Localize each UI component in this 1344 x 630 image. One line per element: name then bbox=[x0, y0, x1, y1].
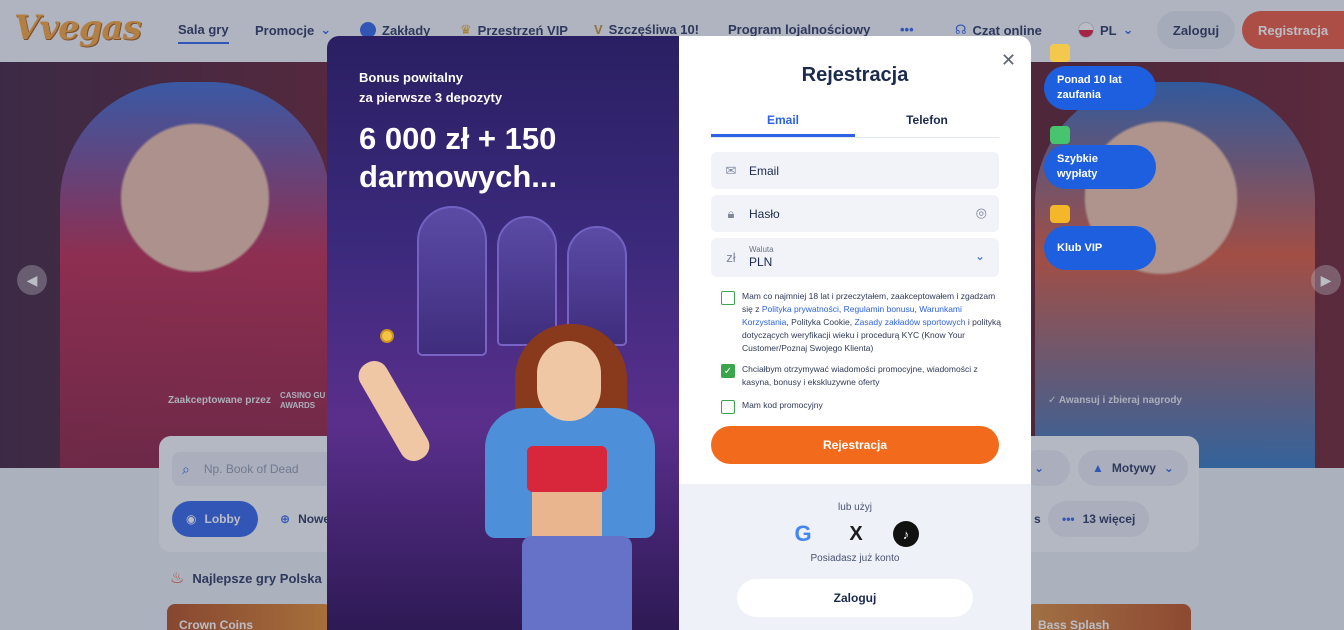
bonus-headline: 6 000 zł + 150 darmowych... bbox=[359, 121, 558, 194]
bonus-promo-panel: Bonus powitalny za pierwsze 3 depozyty 6… bbox=[327, 36, 679, 630]
tiktok-icon[interactable]: ♪ bbox=[893, 521, 919, 547]
have-account-label: Posiadasz już konto bbox=[810, 553, 900, 564]
x-twitter-icon[interactable]: X bbox=[843, 521, 869, 547]
lock-icon: 🔒︎ bbox=[727, 205, 735, 221]
payout-badge: Szybkie wypłaty bbox=[1044, 145, 1156, 189]
age-consent-checkbox[interactable] bbox=[721, 291, 735, 305]
sports-betting-rules-link[interactable]: Zasady zakładów sportowych bbox=[854, 317, 965, 327]
character-top bbox=[527, 446, 607, 492]
coins-icon bbox=[1050, 44, 1070, 62]
modal-login-button[interactable]: Zaloguj bbox=[737, 579, 973, 617]
marketing-consent-checkbox[interactable]: ✓ bbox=[721, 364, 735, 378]
email-placeholder: Email bbox=[749, 163, 780, 178]
currency-select[interactable]: zł Waluta PLN ⌄ bbox=[711, 238, 999, 277]
money-icon bbox=[1050, 126, 1070, 144]
currency-label: Waluta bbox=[749, 245, 774, 254]
age-consent-row: Mam co najmniej 18 lat i przeczytałem, z… bbox=[721, 290, 1001, 355]
tab-phone[interactable]: Telefon bbox=[855, 108, 999, 137]
password-placeholder: Hasło bbox=[749, 206, 780, 221]
password-field[interactable]: 🔒︎ Hasło ◎ bbox=[711, 195, 999, 232]
marketing-consent-text: Chciałbym otrzymywać wiadomości promocyj… bbox=[742, 364, 978, 387]
marketing-consent-row: ✓ Chciałbym otrzymywać wiadomości promoc… bbox=[721, 363, 1001, 389]
vip-badge: Klub VIP bbox=[1044, 226, 1156, 270]
character-jeans bbox=[522, 536, 632, 630]
promo-code-checkbox[interactable] bbox=[721, 400, 735, 414]
signup-method-tabs: Email Telefon bbox=[711, 108, 999, 138]
currency-symbol: zł bbox=[726, 250, 736, 265]
coin-icon bbox=[380, 329, 394, 343]
eye-slash-icon[interactable]: ◎ bbox=[976, 205, 987, 221]
character-arm bbox=[353, 355, 435, 467]
email-field[interactable]: ✉ Email bbox=[711, 152, 999, 189]
envelope-icon: ✉ bbox=[725, 162, 737, 178]
form-title: Rejestracja bbox=[801, 64, 909, 86]
crown-icon bbox=[1050, 205, 1070, 223]
age-consent-text: Mam co najmniej 18 lat i przeczytałem, z… bbox=[742, 290, 1001, 355]
tab-email[interactable]: Email bbox=[711, 108, 855, 137]
currency-value: PLN bbox=[749, 255, 773, 269]
character-face bbox=[537, 341, 601, 421]
slot-machine-image bbox=[497, 216, 557, 346]
promo-code-row: Mam kod promocyjny bbox=[721, 399, 1001, 414]
promo-code-text: Mam kod promocyjny bbox=[742, 400, 823, 410]
social-login-section: lub użyj G X ♪ Posiadasz już konto Zalog… bbox=[679, 484, 1031, 630]
slot-machine-image bbox=[417, 206, 487, 356]
character-waist bbox=[532, 492, 602, 542]
registration-modal: Bonus powitalny za pierwsze 3 depozyty 6… bbox=[327, 36, 1031, 630]
trust-badge: Ponad 10 lat zaufania bbox=[1044, 66, 1156, 110]
register-button[interactable]: Rejestracja bbox=[711, 426, 999, 464]
or-use-label: lub użyj bbox=[838, 502, 872, 513]
google-icon[interactable]: G bbox=[790, 521, 816, 547]
bonus-terms-link[interactable]: Regulamin bonusu bbox=[844, 304, 915, 314]
bonus-subtitle: Bonus powitalny za pierwsze 3 depozyty bbox=[359, 70, 503, 105]
consent-text: , Polityka Cookie, bbox=[786, 317, 855, 327]
chevron-down-icon: ⌄ bbox=[974, 249, 985, 263]
registration-form: ✕ Rejestracja Email Telefon ✉ Email 🔒︎ Has… bbox=[679, 36, 1031, 630]
privacy-policy-link[interactable]: Polityka prywatności bbox=[762, 304, 839, 314]
